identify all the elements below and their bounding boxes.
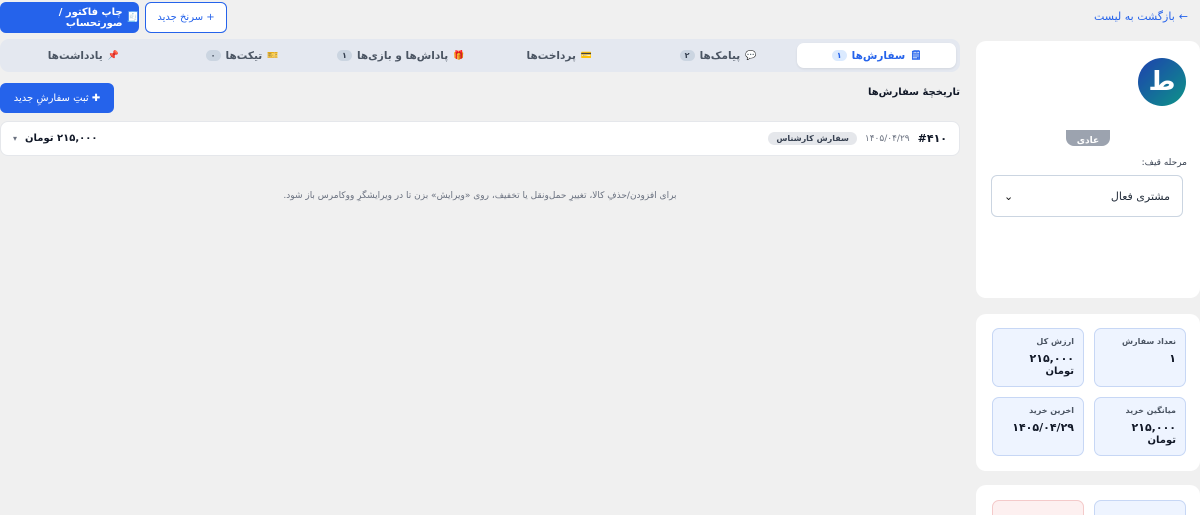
order-row[interactable]: #۴۱۰ ۱۴۰۵/۰۴/۲۹ سفارش کارشناس ۲۱۵,۰۰۰ تو…: [0, 121, 960, 156]
tab-notes[interactable]: 📌 یادداشت‌ها: [4, 43, 163, 68]
stat-value: ۱: [1169, 352, 1176, 365]
order-info: #۴۱۰ ۱۴۰۵/۰۴/۲۹ سفارش کارشناس: [768, 132, 947, 145]
new-order-label: ✚ ثبتِ سفارشِ جدید: [13, 92, 101, 104]
new-order-button[interactable]: ✚ ثبتِ سفارشِ جدید: [0, 83, 114, 113]
customer-profile-card: ط عادی مرحله قیف: مشتری فعال ⌄: [976, 41, 1200, 298]
credit-card-icon: 💳: [580, 50, 593, 61]
extra-stat-box: [1094, 500, 1186, 515]
order-amount: ۲۱۵,۰۰۰ تومان: [25, 133, 98, 144]
funnel-stage-value: مشتری فعال: [1110, 189, 1170, 203]
stat-unit: تومان: [1147, 434, 1176, 446]
back-label: بازگشت به لیست: [1093, 10, 1175, 23]
gift-icon: 🎁: [453, 50, 465, 61]
customer-stats-card: نعداد سفارش ۱ ارزش کل ۲۱۵,۰۰۰ تومان میان…: [976, 314, 1200, 471]
tab-label: سفارش‌ها: [851, 49, 906, 62]
customer-extra-card: [976, 485, 1200, 515]
stat-label: میانگین خرید: [1125, 406, 1177, 415]
tab-count-badge: ۰: [205, 50, 221, 61]
avatar: ط: [1138, 58, 1186, 106]
order-number: #۴۱۰: [917, 132, 947, 145]
stat-unit: تومان: [1045, 365, 1074, 377]
stat-value: ۲۱۵,۰۰۰: [1131, 421, 1176, 434]
tab-label: تیکت‌ها: [225, 49, 263, 62]
stat-average-purchase: میانگین خرید ۲۱۵,۰۰۰ تومان: [1094, 397, 1186, 456]
arrow-left-icon: ←: [1178, 10, 1188, 23]
tab-rewards-games[interactable]: 🎁 پاداش‌ها و بازی‌ها ۱: [321, 43, 480, 68]
tab-count-badge: ۲: [679, 50, 695, 61]
stat-last-purchase: اخرین خرید ۱۴۰۵/۰۴/۲۹: [992, 397, 1084, 456]
stat-order-count: نعداد سفارش ۱: [1094, 328, 1186, 387]
order-date: ۱۴۰۵/۰۴/۲۹: [864, 133, 910, 144]
edit-hint-text: برای افزودن/حذفِ کالا، تغییرِ حمل‌ونقل ی…: [283, 191, 677, 201]
tab-count-badge: ۱: [336, 50, 352, 61]
chevron-down-icon: ⌄: [1004, 189, 1014, 203]
stat-label: نعداد سفارش: [1121, 337, 1176, 346]
tab-label: پاداش‌ها و بازی‌ها: [356, 49, 449, 62]
chat-icon: 💬: [745, 50, 757, 61]
funnel-stage-select[interactable]: مشتری فعال ⌄: [991, 175, 1183, 217]
tab-label: یادداشت‌ها: [47, 49, 103, 62]
back-to-list-link[interactable]: ← بازگشت به لیست: [1094, 10, 1188, 23]
tab-payments[interactable]: 💳 پرداخت‌ها: [480, 43, 639, 68]
tab-tickets[interactable]: 🎫 تیکت‌ها ۰: [163, 43, 322, 68]
tab-sms[interactable]: 💬 پیامک‌ها ۲: [639, 43, 798, 68]
stat-label: اخرین خرید: [1029, 406, 1074, 415]
order-history-title: تاریخچهٔ سفارش‌ها: [867, 87, 960, 98]
tab-count-badge: ۱: [831, 50, 847, 61]
new-quote-label: + سرنخ جدید: [157, 12, 215, 23]
stat-value: ۲۱۵,۰۰۰: [1029, 352, 1074, 365]
stat-value: ۱۴۰۵/۰۴/۲۹: [1012, 421, 1074, 434]
pin-icon: 📌: [107, 50, 119, 61]
print-invoice-label: چاپ فاکتور / صورتحساب: [58, 6, 123, 29]
status-badge: سفارش کارشناس: [768, 132, 857, 145]
tab-label: پرداخت‌ها: [526, 49, 576, 62]
print-invoice-button[interactable]: 🧾 چاپ فاکتور / صورتحساب: [0, 2, 139, 33]
funnel-stage-label: مرحله قیف:: [1141, 158, 1187, 168]
extra-stat-box: [992, 500, 1084, 515]
tab-label: پیامک‌ها: [699, 49, 741, 62]
order-summary: ۲۱۵,۰۰۰ تومان ▾: [13, 133, 97, 144]
customer-tabs: 🗒 سفارش‌ها ۱ 💬 پیامک‌ها ۲ 💳 پرداخت‌ها 🎁 …: [0, 39, 960, 72]
receipt-icon: 🧾: [126, 12, 139, 23]
clipboard-icon: 🗒: [910, 50, 922, 61]
tier-badge: عادی: [1066, 130, 1110, 146]
stat-total-value: ارزش کل ۲۱۵,۰۰۰ تومان: [992, 328, 1084, 387]
new-quote-button[interactable]: + سرنخ جدید: [145, 2, 227, 33]
caret-down-icon[interactable]: ▾: [13, 134, 17, 143]
tab-orders[interactable]: 🗒 سفارش‌ها ۱: [797, 43, 956, 68]
stat-label: ارزش کل: [1036, 337, 1074, 346]
ticket-icon: 🎫: [267, 50, 279, 61]
